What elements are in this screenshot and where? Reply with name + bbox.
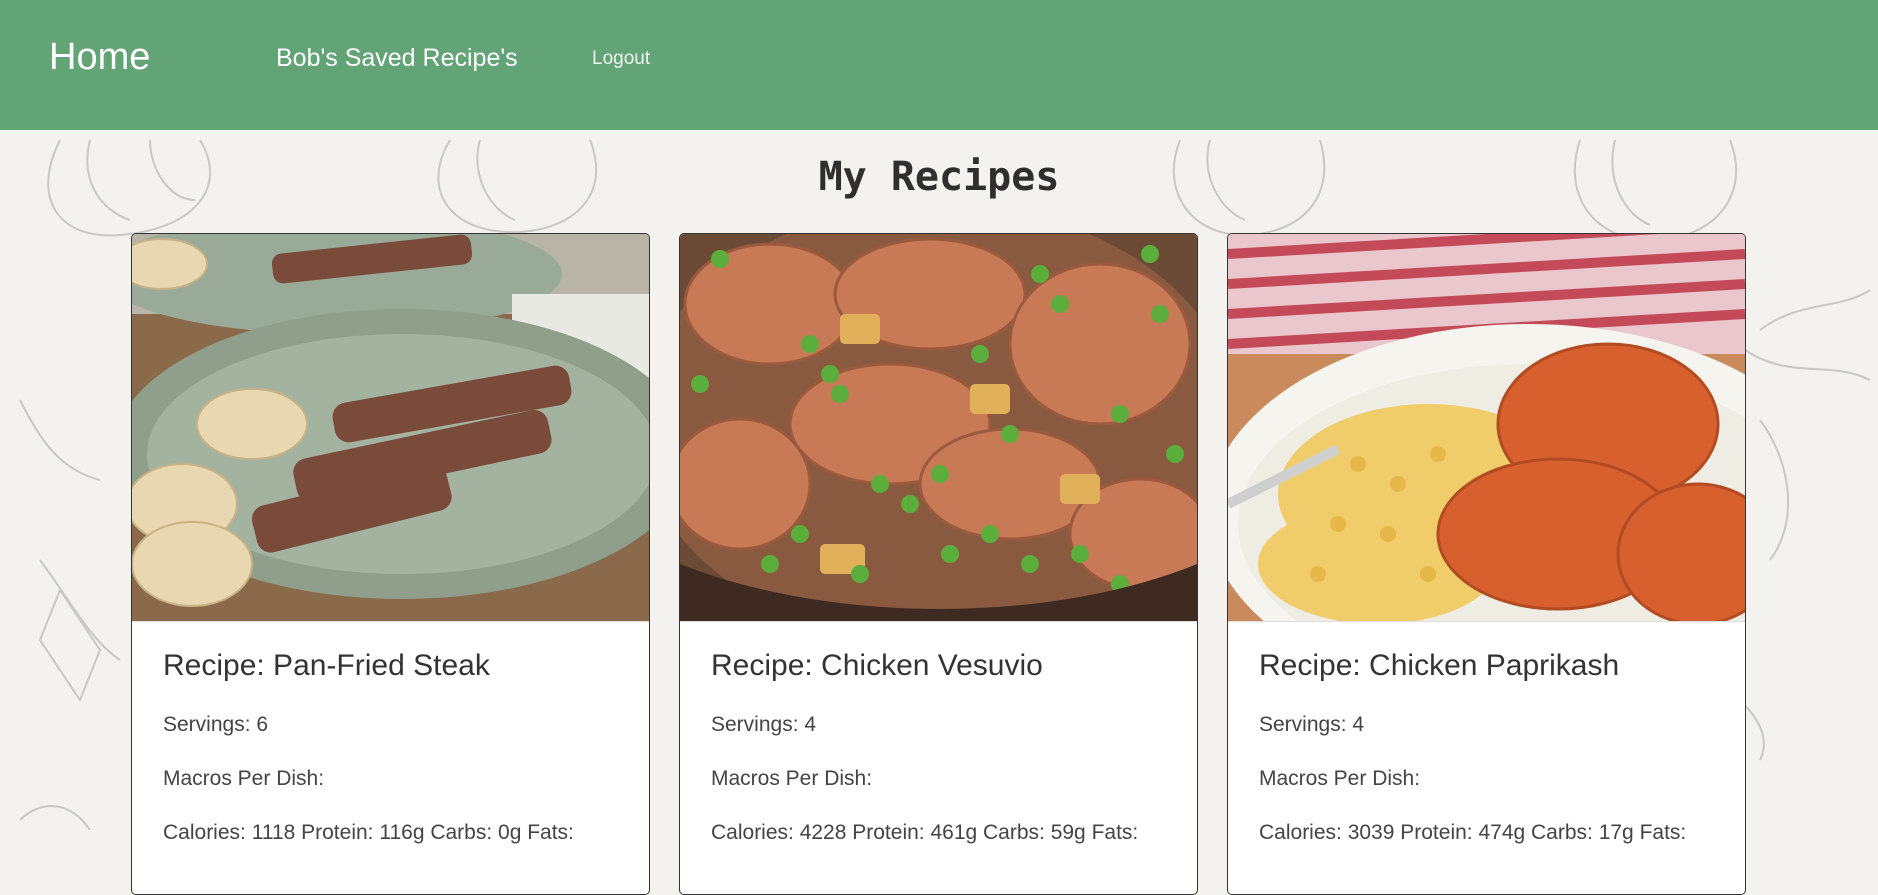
nav-logout-link[interactable]: Logout (592, 48, 650, 70)
nav-saved-recipes-link[interactable]: Bob's Saved Recipe's (276, 44, 518, 73)
nav-home-link[interactable]: Home (49, 36, 150, 79)
recipe-image-chicken-paprikash (1228, 234, 1745, 622)
recipe-card: Recipe: Pan-Fried Steak Servings: 6 Macr… (131, 233, 650, 895)
recipe-macros-label: Macros Per Dish: (1259, 767, 1421, 790)
recipe-image-steak (132, 234, 649, 622)
recipe-macros: Calories: 4228 Protein: 461g Carbs: 59g … (711, 821, 1139, 844)
recipe-macros-label: Macros Per Dish: (711, 767, 873, 790)
recipe-servings: Servings: 4 (711, 713, 817, 736)
recipe-title: Recipe: Pan-Fried Steak (163, 649, 490, 682)
recipe-servings: Servings: 6 (163, 713, 269, 736)
recipe-card: Recipe: Chicken Vesuvio Servings: 4 Macr… (679, 233, 1198, 895)
top-navbar: Home Bob's Saved Recipe's Logout (0, 0, 1878, 130)
recipe-macros: Calories: 3039 Protein: 474g Carbs: 17g … (1259, 821, 1687, 844)
recipe-macros-label: Macros Per Dish: (163, 767, 325, 790)
recipe-card: Recipe: Chicken Paprikash Servings: 4 Ma… (1227, 233, 1746, 895)
recipe-image-chicken-vesuvio (680, 234, 1197, 622)
page-title: My Recipes (818, 154, 1060, 200)
recipe-title: Recipe: Chicken Paprikash (1259, 649, 1620, 682)
recipe-servings: Servings: 4 (1259, 713, 1365, 736)
recipe-macros: Calories: 1118 Protein: 116g Carbs: 0g F… (163, 821, 574, 844)
recipe-title: Recipe: Chicken Vesuvio (711, 649, 1043, 682)
